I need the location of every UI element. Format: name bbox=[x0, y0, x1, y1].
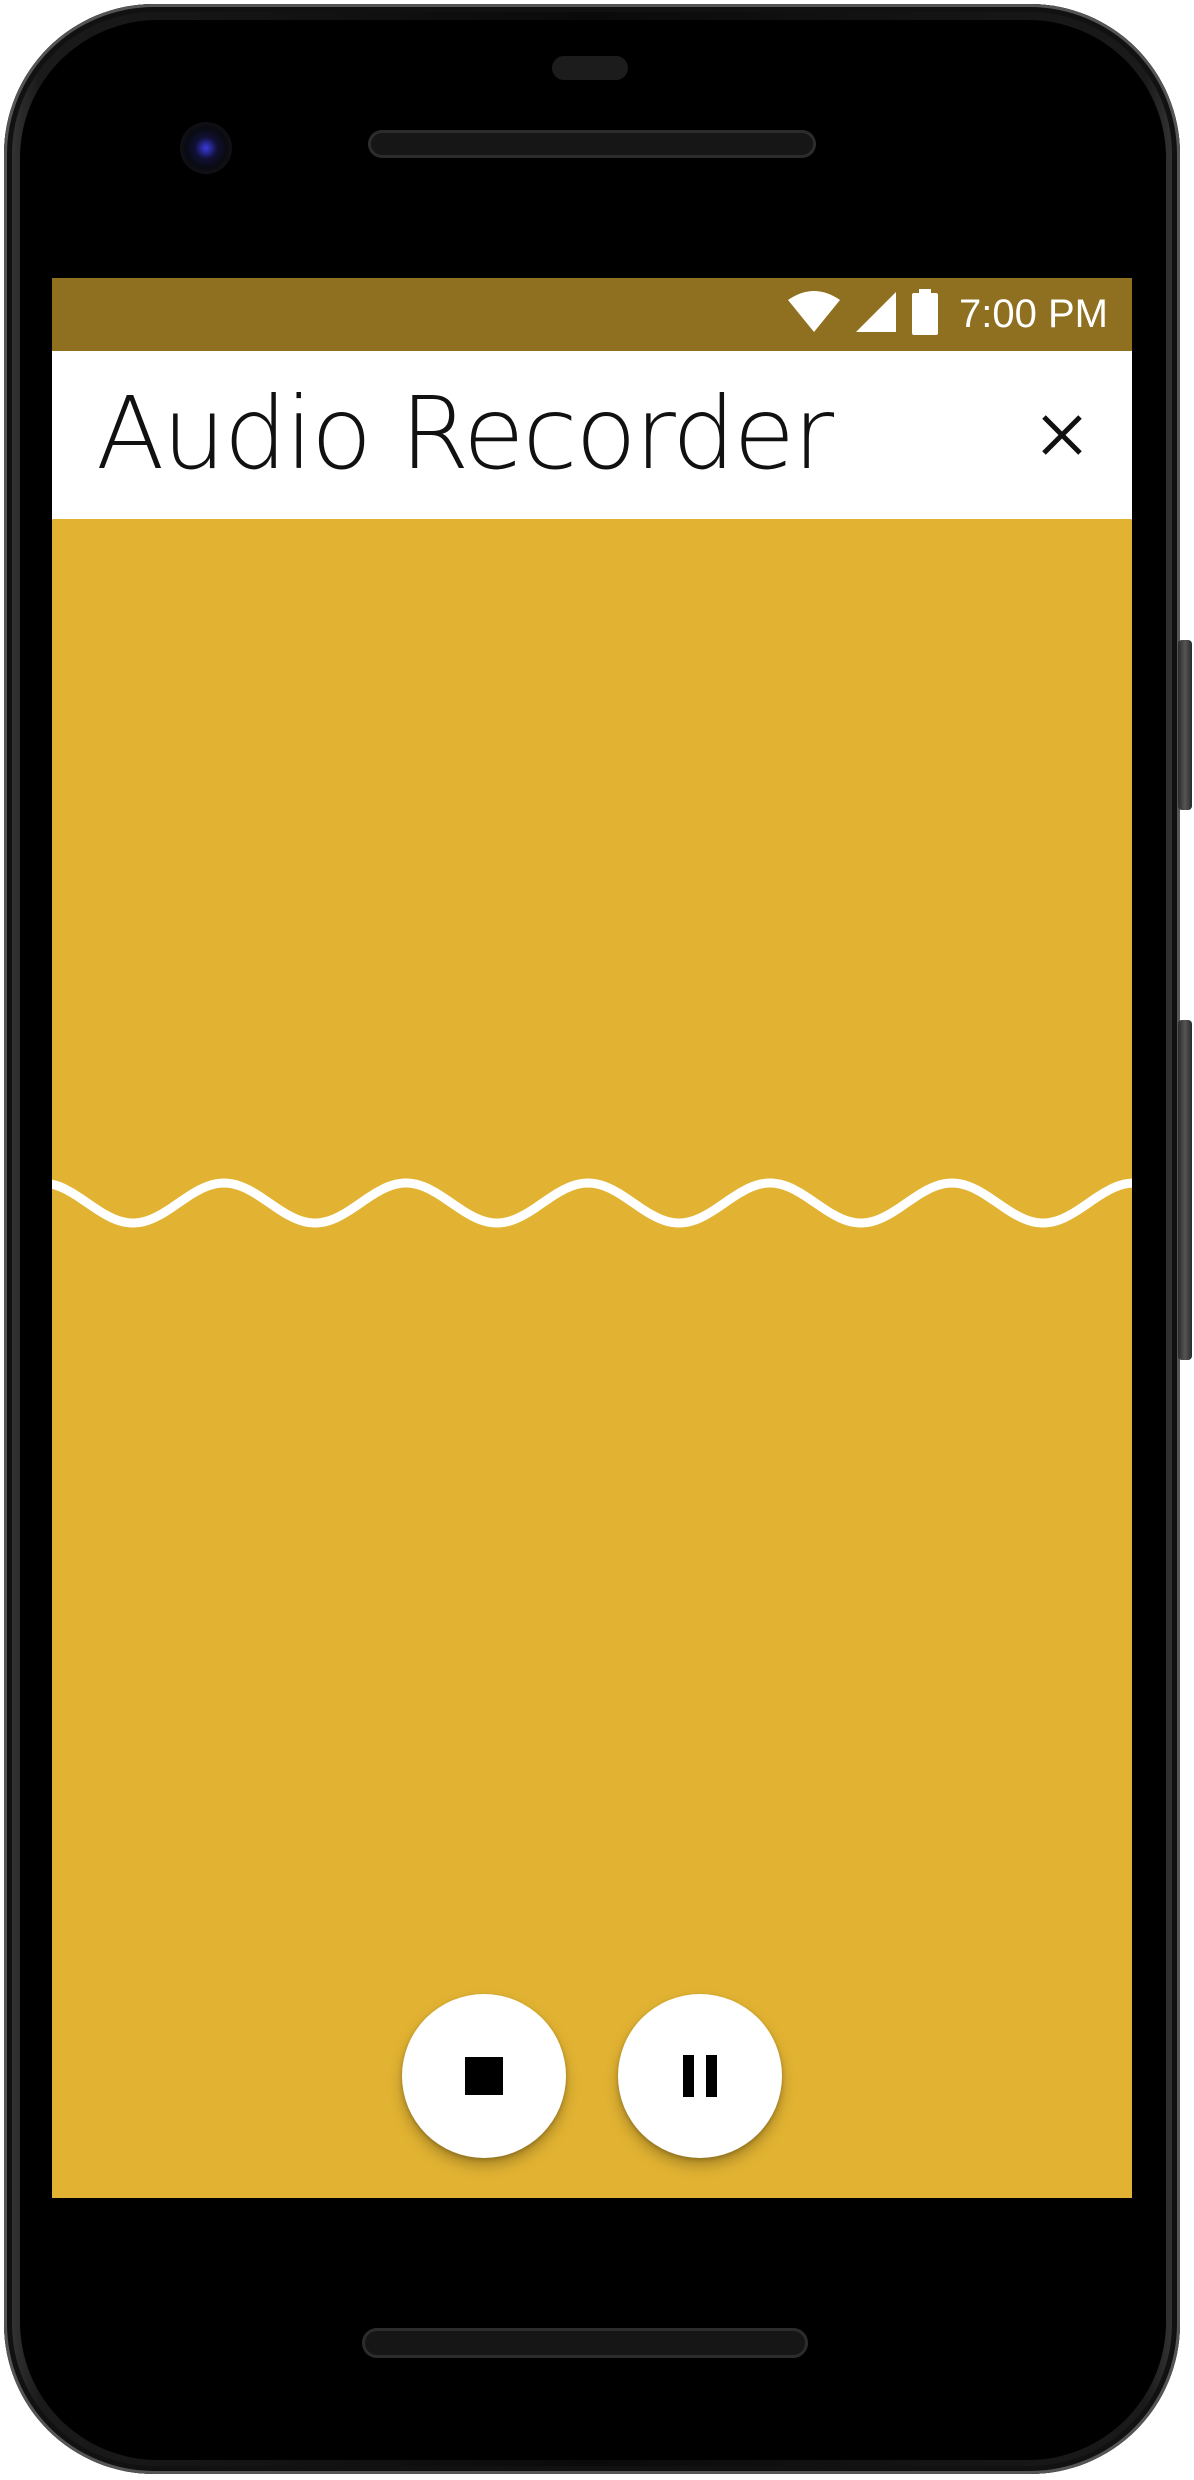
recorder-controls bbox=[52, 1994, 1132, 2162]
status-icons bbox=[786, 288, 940, 339]
volume-rocker bbox=[1178, 1020, 1192, 1360]
app-bar: Audio Recorder bbox=[52, 351, 1132, 519]
close-button[interactable] bbox=[1026, 399, 1098, 471]
power-button bbox=[1178, 640, 1192, 810]
stop-icon bbox=[465, 2057, 503, 2095]
phone-device: 7:00 PM Audio Recorder bbox=[0, 0, 1194, 2480]
audio-waveform bbox=[52, 1178, 1132, 1228]
bottom-speaker-grille bbox=[362, 2328, 808, 2358]
front-camera bbox=[180, 122, 232, 174]
pause-button[interactable] bbox=[618, 1994, 782, 2158]
app-screen: 7:00 PM Audio Recorder bbox=[52, 278, 1132, 2198]
stop-button[interactable] bbox=[402, 1994, 566, 2158]
earpiece bbox=[552, 56, 628, 80]
top-speaker-grille bbox=[368, 130, 816, 158]
status-time: 7:00 PM bbox=[959, 292, 1108, 336]
cellular-signal-icon bbox=[854, 290, 898, 339]
wifi-icon bbox=[786, 290, 842, 339]
status-bar: 7:00 PM bbox=[52, 278, 1132, 351]
pause-icon bbox=[683, 2055, 717, 2097]
close-icon bbox=[1042, 415, 1082, 455]
battery-icon bbox=[910, 288, 940, 340]
app-title: Audio Recorder bbox=[96, 375, 834, 492]
